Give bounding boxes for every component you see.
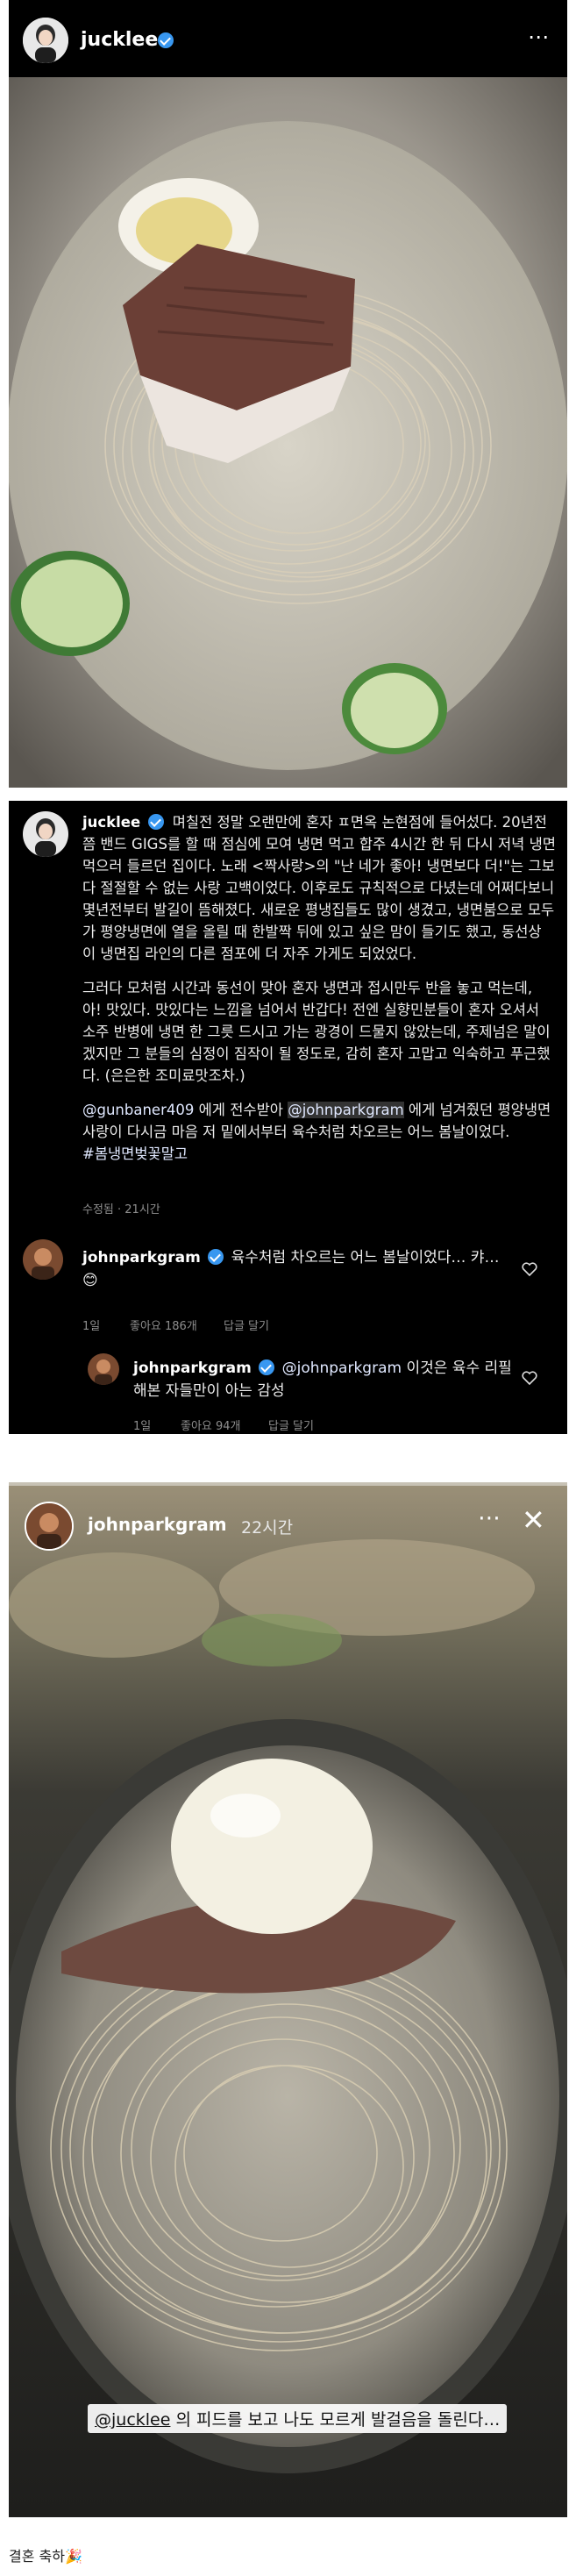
reply-button[interactable]: 답글 달기: [268, 1416, 314, 1433]
avatar[interactable]: [23, 811, 68, 857]
heart-icon[interactable]: [522, 1262, 537, 1276]
caption-username[interactable]: jucklee: [82, 814, 140, 831]
mention-link[interactable]: @gunbaner409: [82, 1102, 194, 1118]
avatar[interactable]: [88, 1353, 119, 1385]
story-username[interactable]: johnparkgram: [88, 1514, 227, 1535]
comment-username[interactable]: johnparkgram: [82, 1249, 201, 1267]
avatar[interactable]: [25, 1502, 74, 1551]
avatar[interactable]: [23, 18, 68, 63]
story-caption-text: 의 피드를 보고 나도 모르게 발걸음을 돌린다…: [170, 2410, 501, 2430]
caption-text: 에게 전수받아: [194, 1102, 288, 1118]
heart-icon[interactable]: [522, 1371, 537, 1385]
footer-comment: 결혼 축하🎉: [9, 2548, 82, 2565]
comment-likes[interactable]: 좋아요 186개: [130, 1317, 197, 1333]
story-time: 22시간: [241, 1518, 294, 1538]
post-caption: jucklee 며칠전 정말 오랜만에 혼자 ㅍ면옥 논현점에 들어섰다. 20…: [82, 811, 556, 1177]
more-options-icon[interactable]: ⋯: [478, 1505, 501, 1531]
verified-icon: [148, 814, 165, 830]
comment-likes[interactable]: 좋아요 94개: [181, 1416, 241, 1433]
mention-link[interactable]: @johnparkgram: [288, 1102, 404, 1118]
mention-link[interactable]: @johnparkgram: [282, 1359, 402, 1377]
story-panel: johnparkgram 22시간 ⋯ ✕ @jucklee 의 피드를 보고 …: [9, 1482, 567, 2517]
more-options-icon[interactable]: ⋯: [528, 25, 550, 49]
verified-icon: [208, 1249, 224, 1265]
comment: johnparkgram 육수처럼 차오르는 어느 봄날이었다… 캬… 😊: [82, 1246, 503, 1292]
comment-time: 1일: [133, 1420, 152, 1433]
post-username[interactable]: jucklee: [81, 29, 158, 51]
story-caption: @jucklee 의 피드를 보고 나도 모르게 발걸음을 돌린다…: [88, 2404, 508, 2433]
avatar[interactable]: [23, 1239, 63, 1280]
mention-link[interactable]: @jucklee: [95, 2410, 170, 2430]
hashtag-link[interactable]: #봄냉면벚꽃말고: [82, 1145, 188, 1162]
comment-time: 1일: [82, 1320, 101, 1333]
comment-reply: johnparkgram @johnparkgram 이것은 육수 리필해본 자…: [133, 1357, 519, 1402]
caption-paragraph-1: 며칠전 정말 오랜만에 혼자 ㅍ면옥 논현점에 들어섰다. 20년전쯤 밴드 G…: [82, 814, 556, 962]
verified-icon: [158, 32, 174, 48]
reply-button[interactable]: 답글 달기: [224, 1317, 269, 1333]
close-icon[interactable]: ✕: [522, 1503, 545, 1537]
post-panel: jucklee ⋯: [9, 0, 567, 788]
post-photo: [9, 77, 567, 788]
story-photo: [9, 1482, 567, 2517]
comment-username[interactable]: johnparkgram: [133, 1359, 252, 1377]
caption-meta: 수정됨 · 21시간: [82, 1203, 160, 1217]
caption-paragraph-2: 그러다 모처럼 시간과 동선이 맞아 혼자 냉면과 접시만두 반을 놓고 먹는데…: [82, 980, 551, 1084]
story-progress-bar: [9, 1482, 567, 1486]
caption-panel: jucklee 며칠전 정말 오랜만에 혼자 ㅍ면옥 논현점에 들어섰다. 20…: [9, 801, 567, 1434]
verified-icon: [259, 1359, 275, 1375]
